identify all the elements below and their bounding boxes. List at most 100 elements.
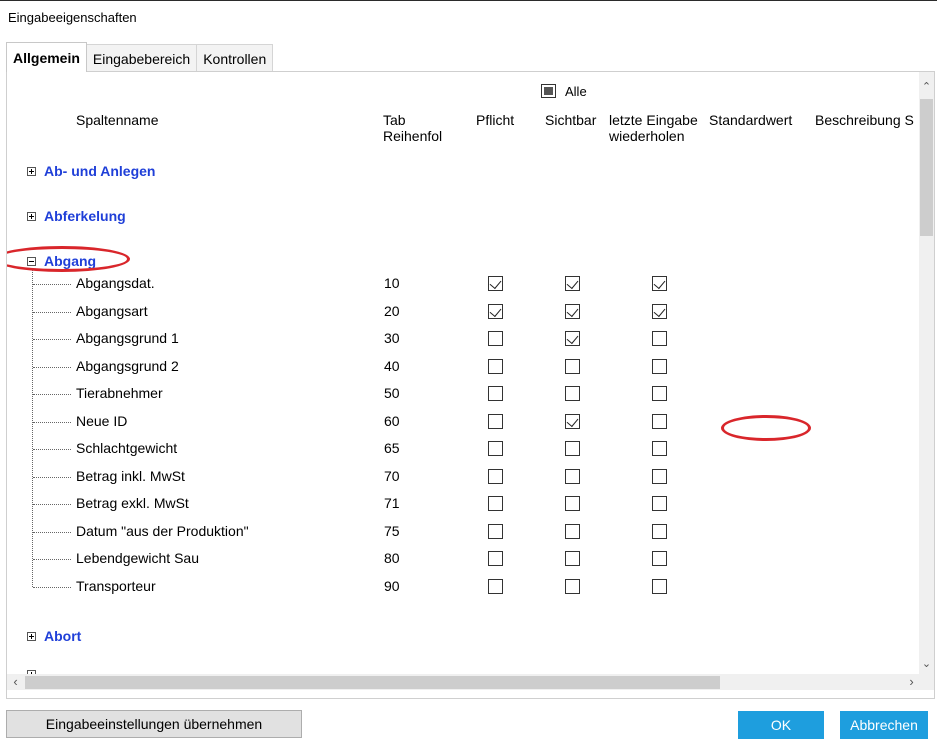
tab-order-cell[interactable]: 80: [384, 550, 400, 566]
pflicht-checkbox[interactable]: [488, 386, 503, 401]
expand-plus-icon[interactable]: [27, 211, 36, 221]
letzte-eingabe-checkbox[interactable]: [652, 523, 667, 539]
pflicht-checkbox[interactable]: [488, 441, 503, 456]
group-label[interactable]: Abferkelung: [44, 208, 126, 224]
letzte-eingabe-checkbox[interactable]: [652, 386, 667, 401]
sichtbar-checkbox[interactable]: [565, 303, 580, 319]
table-row[interactable]: Betrag exkl. MwSt 71: [7, 490, 907, 517]
sichtbar-checkbox[interactable]: [565, 276, 580, 291]
table-row[interactable]: Abgangsgrund 1 30: [7, 325, 907, 352]
letzte-eingabe-checkbox[interactable]: [652, 551, 667, 566]
tab-order-cell[interactable]: 60: [384, 413, 400, 429]
sichtbar-checkbox[interactable]: [565, 578, 580, 594]
pflicht-checkbox[interactable]: [488, 276, 503, 291]
pflicht-checkbox[interactable]: [488, 523, 503, 539]
letzte-eingabe-checkbox[interactable]: [652, 578, 667, 594]
letzte-eingabe-checkbox[interactable]: [652, 496, 667, 511]
tab-order-cell[interactable]: 20: [384, 303, 400, 319]
horizontal-scrollbar[interactable]: ‹ ›: [7, 674, 934, 690]
table-row[interactable]: Abgangsgrund 2 40: [7, 353, 907, 380]
cancel-button[interactable]: Abbrechen: [840, 711, 928, 739]
header-pflicht[interactable]: Pflicht: [476, 112, 514, 128]
pflicht-checkbox[interactable]: [488, 578, 503, 594]
table-row[interactable]: Abgangsart 20: [7, 298, 907, 325]
pflicht-checkbox[interactable]: [488, 551, 503, 566]
tab-order-cell[interactable]: 90: [384, 578, 400, 594]
group-abort[interactable]: Abort: [27, 628, 81, 644]
group-ab-und-anlegen[interactable]: Ab- und Anlegen: [27, 163, 155, 179]
letzte-eingabe-checkbox[interactable]: [652, 468, 667, 484]
sichtbar-checkbox[interactable]: [565, 386, 580, 401]
tab-order-cell[interactable]: 30: [384, 330, 400, 346]
table-row[interactable]: Datum "aus der Produktion" 75: [7, 518, 907, 545]
pflicht-checkbox[interactable]: [488, 358, 503, 374]
sichtbar-checkbox[interactable]: [565, 441, 580, 456]
tab-eingabebereich[interactable]: Eingabebereich: [85, 44, 198, 72]
table-row[interactable]: Transporteur 90: [7, 573, 907, 600]
highlight-marker-abgang: [7, 246, 130, 272]
group-label[interactable]: Abort: [44, 628, 81, 644]
tab-allgemein[interactable]: Allgemein: [6, 42, 87, 72]
table-row[interactable]: Betrag inkl. MwSt 70: [7, 463, 907, 490]
sichtbar-checkbox[interactable]: [565, 331, 580, 346]
letzte-eingabe-checkbox[interactable]: [652, 331, 667, 346]
column-name-cell: Betrag exkl. MwSt: [76, 495, 189, 511]
group-label[interactable]: Ab- und Anlegen: [44, 163, 155, 179]
column-name-cell: Datum "aus der Produktion": [76, 522, 249, 539]
header-beschreibung[interactable]: Beschreibung S: [815, 112, 920, 128]
alle-label: Alle: [565, 84, 587, 99]
expand-plus-icon[interactable]: [27, 166, 36, 176]
alle-checkbox[interactable]: [541, 84, 556, 98]
expand-plus-icon[interactable]: [27, 631, 36, 641]
scroll-right-icon[interactable]: ›: [904, 674, 919, 689]
pflicht-checkbox[interactable]: [488, 303, 503, 319]
scroll-up-icon[interactable]: ⌃: [919, 80, 934, 93]
horizontal-scroll-thumb[interactable]: [25, 676, 720, 689]
sichtbar-checkbox[interactable]: [565, 551, 580, 566]
pflicht-checkbox[interactable]: [488, 468, 503, 484]
ok-button[interactable]: OK: [738, 711, 824, 739]
pflicht-checkbox[interactable]: [488, 496, 503, 511]
pflicht-checkbox[interactable]: [488, 413, 503, 429]
sichtbar-checkbox[interactable]: [565, 523, 580, 539]
pflicht-checkbox[interactable]: [488, 331, 503, 346]
table-row[interactable]: Tierabnehmer 50: [7, 380, 907, 407]
highlight-marker-standardwert: [721, 415, 811, 441]
tree-branch-line: [33, 559, 71, 560]
tab-order-cell[interactable]: 70: [384, 468, 400, 484]
letzte-eingabe-checkbox[interactable]: [652, 303, 667, 319]
header-standardwert[interactable]: Standardwert: [709, 112, 792, 128]
tab-order-cell[interactable]: 75: [384, 523, 400, 539]
letzte-eingabe-checkbox[interactable]: [652, 276, 667, 291]
tab-order-cell[interactable]: 40: [384, 358, 400, 374]
table-row[interactable]: Abgangsdat. 10: [7, 270, 907, 297]
sichtbar-checkbox[interactable]: [565, 468, 580, 484]
tab-order-cell[interactable]: 10: [384, 275, 400, 291]
header-sichtbar[interactable]: Sichtbar: [545, 112, 596, 128]
sichtbar-checkbox[interactable]: [565, 358, 580, 374]
scroll-left-icon[interactable]: ‹: [8, 674, 23, 689]
tab-order-cell[interactable]: 50: [384, 385, 400, 401]
header-tab-reihenfolge[interactable]: Tab Reihenfol: [383, 112, 453, 144]
tab-order-cell[interactable]: 71: [384, 495, 400, 511]
group-abferkelung[interactable]: Abferkelung: [27, 208, 126, 224]
header-letzte-eingabe[interactable]: letzte Eingabe wiederholen: [609, 112, 698, 144]
table-row[interactable]: Lebendgewicht Sau 80: [7, 545, 907, 572]
letzte-eingabe-checkbox[interactable]: [652, 441, 667, 456]
vertical-scrollbar[interactable]: ⌃ ⌄: [919, 72, 934, 677]
scroll-down-icon[interactable]: ⌄: [919, 657, 934, 670]
column-name-cell: Abgangsgrund 1: [76, 330, 179, 346]
sichtbar-checkbox[interactable]: [565, 496, 580, 511]
tree-branch-line: [33, 366, 71, 368]
apply-settings-button[interactable]: Eingabeeinstellungen übernehmen: [6, 710, 302, 738]
letzte-eingabe-checkbox[interactable]: [652, 358, 667, 374]
letzte-eingabe-checkbox[interactable]: [652, 413, 667, 429]
vertical-scroll-thumb[interactable]: [920, 99, 933, 236]
header-letzte-line1: letzte Eingabe: [609, 112, 698, 128]
tab-kontrollen[interactable]: Kontrollen: [196, 44, 274, 72]
header-spaltenname[interactable]: Spaltenname: [76, 112, 159, 128]
window-top-border: [0, 0, 937, 1]
tab-order-cell[interactable]: 65: [384, 440, 400, 456]
sichtbar-checkbox[interactable]: [565, 413, 580, 429]
column-name-cell: Schlachtgewicht: [76, 440, 178, 456]
